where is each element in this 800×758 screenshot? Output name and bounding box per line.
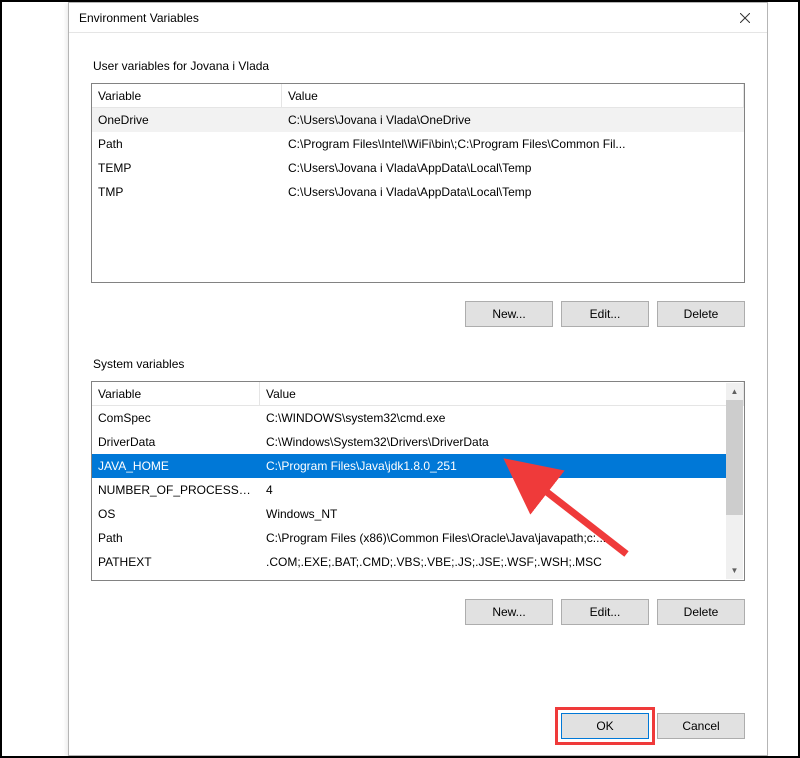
row-variable: Path (92, 531, 260, 545)
row-variable: TEMP (92, 161, 282, 175)
user-table-header[interactable]: Variable Value (92, 84, 744, 108)
system-new-button[interactable]: New... (465, 599, 553, 625)
footer-buttons: OK Cancel (69, 701, 767, 755)
row-value: C:\Program Files\Java\jdk1.8.0_251 (260, 459, 727, 473)
system-variables-table[interactable]: Variable Value ComSpecC:\WINDOWS\system3… (91, 381, 745, 581)
system-variables-label: System variables (93, 357, 745, 371)
row-variable: JAVA_HOME (92, 459, 260, 473)
system-scrollbar[interactable]: ▲ ▼ (726, 383, 743, 579)
table-row[interactable]: OneDriveC:\Users\Jovana i Vlada\OneDrive (92, 108, 744, 132)
user-delete-button[interactable]: Delete (657, 301, 745, 327)
close-button[interactable] (723, 3, 767, 32)
table-row[interactable]: PATHEXT.COM;.EXE;.BAT;.CMD;.VBS;.VBE;.JS… (92, 550, 727, 574)
row-value: AMD64 (260, 579, 727, 580)
system-table-body: ComSpecC:\WINDOWS\system32\cmd.exeDriver… (92, 406, 727, 580)
row-variable: OneDrive (92, 113, 282, 127)
row-variable: PROCESSOR_ARCHITECTU (92, 579, 260, 580)
system-header-variable[interactable]: Variable (92, 382, 260, 405)
row-value: C:\WINDOWS\system32\cmd.exe (260, 411, 727, 425)
system-variables-group: System variables Variable Value ComSpecC… (91, 345, 745, 625)
user-button-row: New... Edit... Delete (91, 301, 745, 327)
row-variable: ComSpec (92, 411, 260, 425)
row-value: C:\Users\Jovana i Vlada\AppData\Local\Te… (282, 185, 744, 199)
table-row-selected[interactable]: JAVA_HOMEC:\Program Files\Java\jdk1.8.0_… (92, 454, 727, 478)
row-variable: Path (92, 137, 282, 151)
scroll-down-icon[interactable]: ▼ (726, 562, 743, 579)
table-row[interactable]: PROCESSOR_ARCHITECTUAMD64 (92, 574, 727, 580)
user-variables-label: User variables for Jovana i Vlada (93, 59, 745, 73)
dialog-content: User variables for Jovana i Vlada Variab… (69, 33, 767, 701)
row-value: C:\Program Files\Intel\WiFi\bin\;C:\Prog… (282, 137, 744, 151)
table-row[interactable]: OSWindows_NT (92, 502, 727, 526)
row-variable: TMP (92, 185, 282, 199)
row-variable: PATHEXT (92, 555, 260, 569)
table-row[interactable]: TEMPC:\Users\Jovana i Vlada\AppData\Loca… (92, 156, 744, 180)
row-value: 4 (260, 483, 727, 497)
system-delete-button[interactable]: Delete (657, 599, 745, 625)
scroll-thumb[interactable] (726, 400, 743, 515)
table-row[interactable]: NUMBER_OF_PROCESSORS4 (92, 478, 727, 502)
row-value: .COM;.EXE;.BAT;.CMD;.VBS;.VBE;.JS;.JSE;.… (260, 555, 727, 569)
scroll-up-icon[interactable]: ▲ (726, 383, 743, 400)
table-row[interactable]: PathC:\Program Files (x86)\Common Files\… (92, 526, 727, 550)
environment-variables-dialog: Environment Variables User variables for… (68, 2, 768, 756)
table-row[interactable]: PathC:\Program Files\Intel\WiFi\bin\;C:\… (92, 132, 744, 156)
row-variable: NUMBER_OF_PROCESSORS (92, 483, 260, 497)
cancel-button[interactable]: Cancel (657, 713, 745, 739)
system-edit-button[interactable]: Edit... (561, 599, 649, 625)
row-value: C:\Users\Jovana i Vlada\AppData\Local\Te… (282, 161, 744, 175)
user-table-body: OneDriveC:\Users\Jovana i Vlada\OneDrive… (92, 108, 744, 282)
dialog-title: Environment Variables (79, 11, 199, 25)
system-header-value[interactable]: Value (260, 382, 744, 405)
row-value: C:\Program Files (x86)\Common Files\Orac… (260, 531, 727, 545)
row-value: Windows_NT (260, 507, 727, 521)
user-header-variable[interactable]: Variable (92, 84, 282, 107)
row-variable: OS (92, 507, 260, 521)
table-row[interactable]: DriverDataC:\Windows\System32\Drivers\Dr… (92, 430, 727, 454)
table-row[interactable]: ComSpecC:\WINDOWS\system32\cmd.exe (92, 406, 727, 430)
system-table-header[interactable]: Variable Value (92, 382, 744, 406)
user-new-button[interactable]: New... (465, 301, 553, 327)
ok-button[interactable]: OK (561, 713, 649, 739)
table-row[interactable]: TMPC:\Users\Jovana i Vlada\AppData\Local… (92, 180, 744, 204)
user-edit-button[interactable]: Edit... (561, 301, 649, 327)
system-button-row: New... Edit... Delete (91, 599, 745, 625)
user-variables-group: User variables for Jovana i Vlada Variab… (91, 47, 745, 327)
close-icon (740, 13, 750, 23)
titlebar: Environment Variables (69, 3, 767, 33)
row-variable: DriverData (92, 435, 260, 449)
row-value: C:\Windows\System32\Drivers\DriverData (260, 435, 727, 449)
row-value: C:\Users\Jovana i Vlada\OneDrive (282, 113, 744, 127)
user-variables-table[interactable]: Variable Value OneDriveC:\Users\Jovana i… (91, 83, 745, 283)
user-header-value[interactable]: Value (282, 84, 744, 107)
